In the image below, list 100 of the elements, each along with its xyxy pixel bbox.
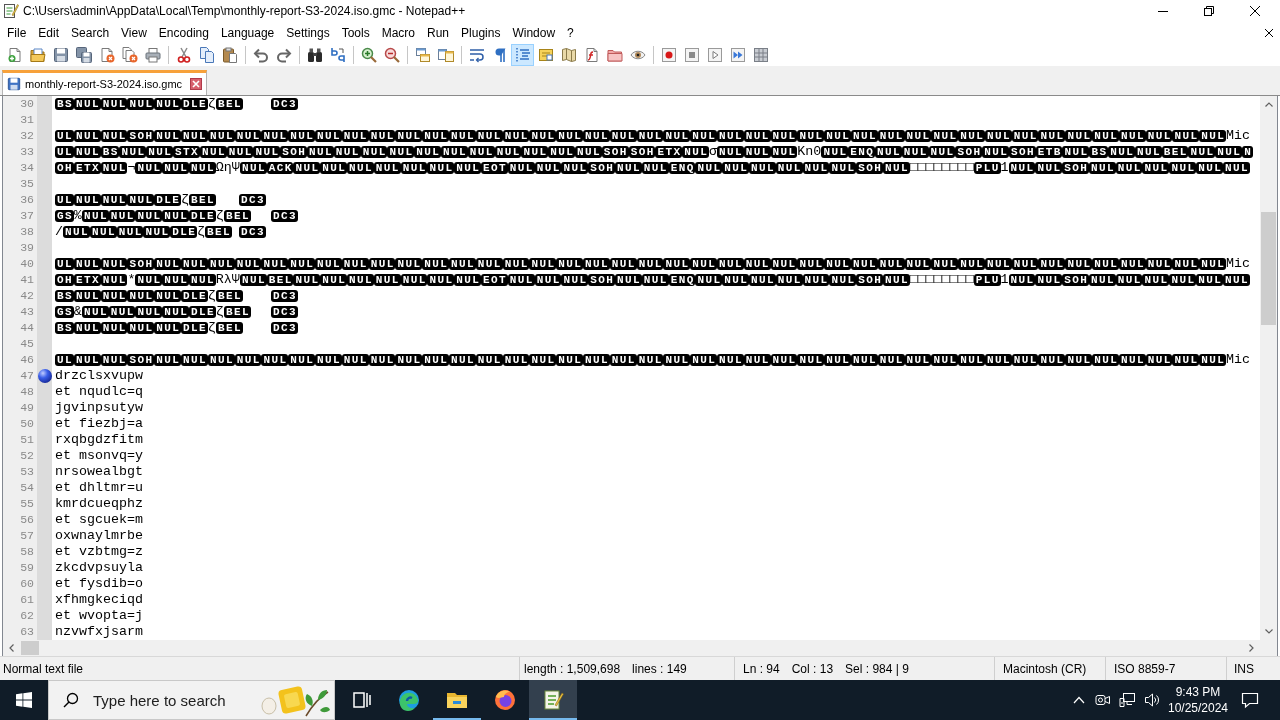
control-character: SOH [588, 274, 615, 286]
line-number: 49 [20, 400, 34, 416]
control-character: NUL [641, 274, 669, 286]
control-character: NUL [1088, 274, 1116, 286]
control-character: NUL [448, 258, 476, 270]
line-number: 44 [20, 320, 34, 336]
control-character: NUL [261, 354, 289, 366]
control-character: NUL [1092, 354, 1119, 366]
notepad-icon [541, 688, 565, 712]
line-text: ζ [215, 208, 224, 224]
control-character: NUL [984, 258, 1012, 270]
control-character: NUL [1222, 274, 1250, 286]
line-number: 45 [20, 336, 34, 352]
map-sheet-icon [560, 46, 577, 63]
menu-item[interactable]: Tools [335, 23, 376, 42]
file-tab[interactable]: monthly-report-S3-2024.iso.gmc [2, 70, 208, 95]
line-number: 37 [20, 208, 34, 224]
control-character: ETX [73, 274, 101, 286]
control-character: NUL [770, 258, 798, 270]
control-character: ETB [1035, 146, 1063, 158]
control-character: SOH [856, 274, 883, 286]
control-character: NUL [373, 162, 401, 174]
control-character: NUL [1118, 354, 1146, 366]
taskbar-app-button[interactable] [529, 680, 577, 720]
control-character: NUL [395, 258, 423, 270]
control-character: NUL [748, 274, 776, 286]
control-character: NUL [1172, 258, 1200, 270]
close-document-button[interactable] [1263, 26, 1275, 39]
control-character: NUL [529, 258, 557, 270]
chevron-left-icon [9, 644, 14, 652]
menu-item[interactable]: Macro [375, 23, 421, 42]
control-character: NUL [609, 130, 637, 142]
control-character: NUL [874, 146, 902, 158]
control-character: NUL [448, 354, 476, 366]
menu-item[interactable]: Run [421, 23, 456, 42]
line-number: 53 [20, 464, 34, 480]
menu-item[interactable]: File [1, 23, 33, 42]
control-character: NUL [467, 146, 495, 158]
menu-item[interactable]: ? [561, 23, 580, 42]
tab-close-button[interactable] [190, 78, 203, 90]
horizontal-scrollbar[interactable] [3, 640, 1260, 656]
printer-icon [144, 46, 161, 63]
control-character: NUL [574, 146, 602, 158]
control-character: NUL [743, 258, 771, 270]
menu-item[interactable]: View [115, 23, 153, 42]
floppy-disks-icon [75, 46, 92, 63]
control-character: ENQ [848, 146, 875, 158]
scrollbar-thumb[interactable] [1261, 212, 1276, 325]
line-number: 30 [20, 96, 34, 112]
indent-guide-button[interactable] [511, 43, 534, 66]
menu-item[interactable]: Settings [280, 23, 336, 42]
vertical-scrollbar[interactable] [1260, 96, 1277, 640]
control-character: NUL [314, 258, 342, 270]
clock-date[interactable]: 10/25/2024 [1167, 700, 1229, 716]
control-character: NUL [475, 130, 503, 142]
menu-item[interactable]: Edit [32, 23, 66, 42]
fox-globe-icon [493, 688, 517, 712]
control-character: ETX [73, 162, 101, 174]
control-character: NUL [901, 146, 929, 158]
menu-item[interactable]: Language [214, 23, 281, 42]
control-character: NUL [400, 162, 428, 174]
control-character: NUL [162, 210, 189, 222]
control-character: NUL [824, 130, 851, 142]
control-character: DC3 [270, 290, 298, 302]
menu-item[interactable]: Window [506, 23, 562, 42]
control-character: NUL [797, 258, 825, 270]
status-text: INS [1234, 661, 1254, 676]
control-character: NUL [556, 130, 583, 142]
control-character: NUL [427, 162, 455, 174]
line-number: 56 [20, 512, 34, 528]
control-character: DC3 [270, 322, 298, 334]
page-plus-icon [6, 46, 23, 63]
scrollbar-thumb[interactable] [21, 641, 39, 655]
control-character: DC3 [270, 306, 298, 318]
control-character: NUL [395, 130, 423, 142]
control-character: BS [100, 146, 120, 158]
search-input[interactable]: Type here to search [93, 691, 260, 709]
page-cross-icon [98, 46, 115, 63]
line-number: 40 [20, 256, 34, 272]
zoom-in-icon [360, 46, 377, 63]
control-character: NUL [475, 258, 503, 270]
control-character: NUL [234, 354, 262, 366]
control-character: NUL [931, 130, 959, 142]
control-character: NUL [1196, 162, 1223, 174]
menu-item[interactable]: Search [65, 23, 116, 42]
line-number: 31 [20, 112, 34, 128]
control-character: NUL [162, 162, 189, 174]
menu-item[interactable]: Encoding [152, 23, 215, 42]
control-character: NUL [154, 130, 181, 142]
control-character: NUL [1172, 354, 1200, 366]
control-character: NUL [368, 130, 396, 142]
control-character: NUL [127, 194, 155, 206]
control-character: NUL [143, 226, 171, 238]
line-text: σ [708, 144, 717, 160]
menu-item[interactable]: Plugins [455, 23, 507, 42]
control-character: NUL [561, 162, 589, 174]
clock-time[interactable]: 9:43 PM [1175, 684, 1221, 700]
control-character: PLU [973, 162, 1001, 174]
control-character: NUL [199, 146, 227, 158]
control-character: NUL [341, 354, 369, 366]
